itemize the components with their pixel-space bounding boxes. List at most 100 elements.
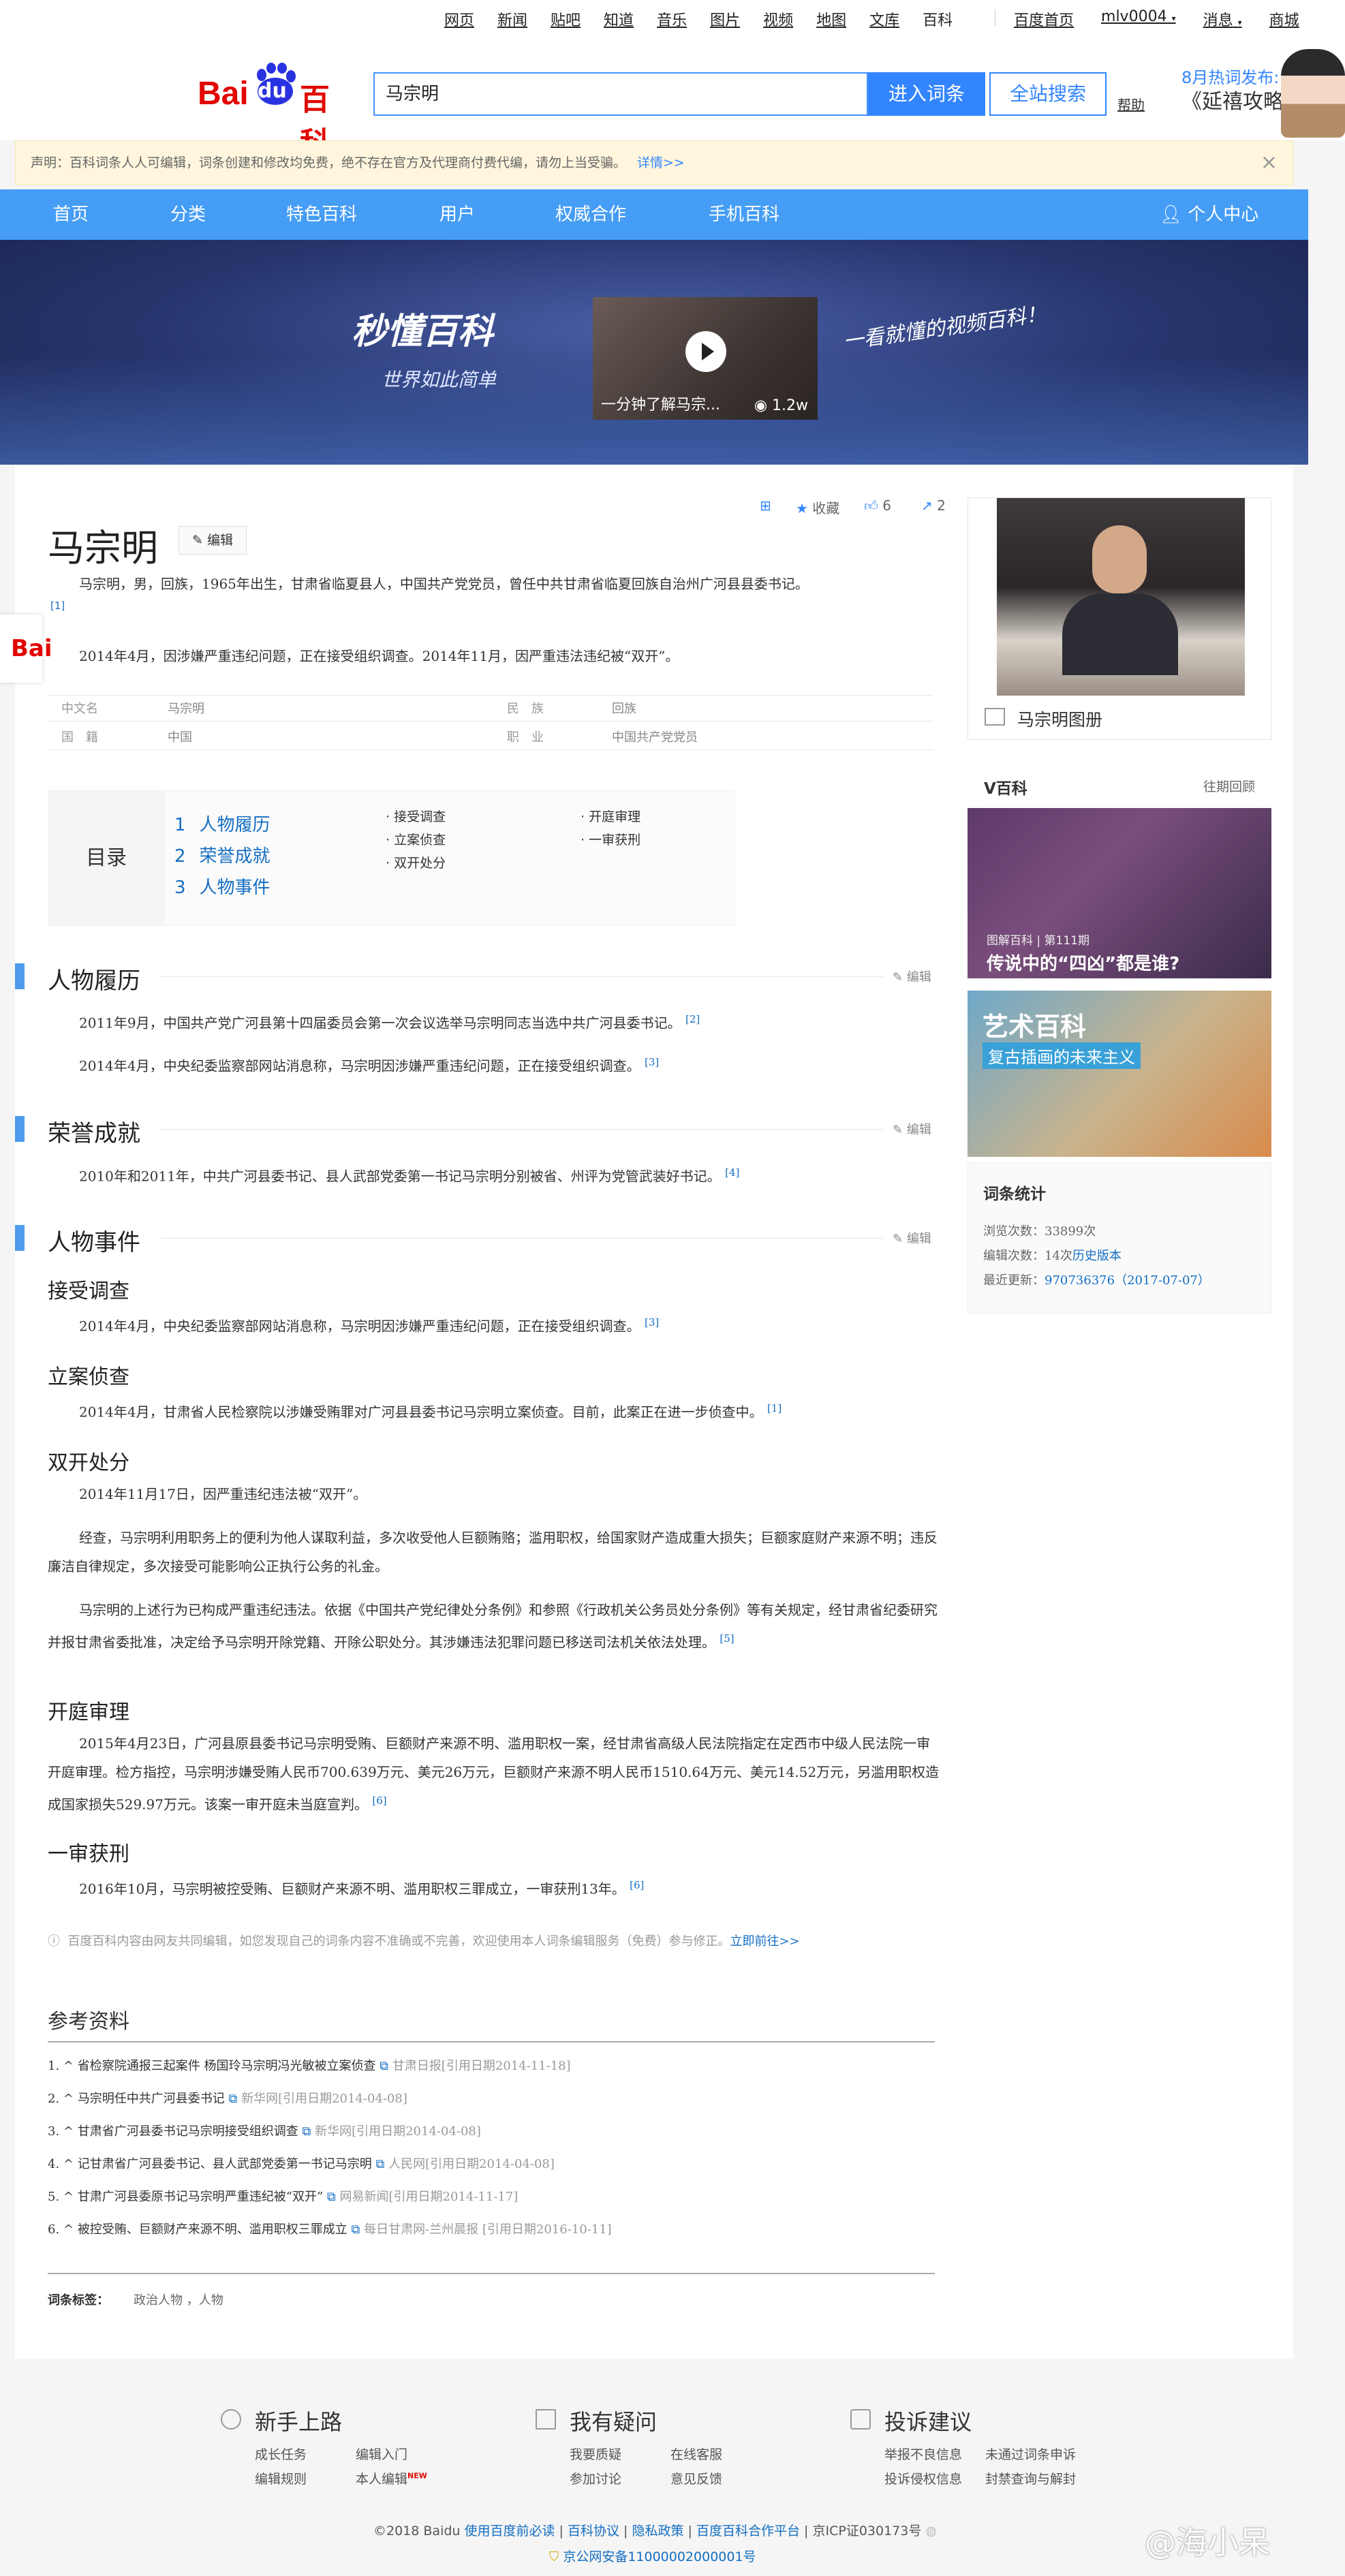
- footer-link[interactable]: 我要质疑: [570, 2445, 621, 2463]
- citation-link[interactable]: [1]: [767, 1402, 782, 1414]
- site-search-button[interactable]: 全站搜索: [989, 72, 1107, 116]
- catalog-subitem[interactable]: · 开庭审理: [581, 807, 640, 825]
- citation-link[interactable]: [6]: [630, 1879, 644, 1891]
- beian-link[interactable]: ⛉ 京公网安备11000002000001号: [549, 2547, 756, 2565]
- stats-updated-value[interactable]: 970736376（2017-07-07）: [1045, 1273, 1210, 1288]
- top-link-video[interactable]: 视频: [763, 8, 793, 30]
- footer-link[interactable]: 成长任务: [255, 2445, 307, 2463]
- reference-title[interactable]: 甘肃广河县委原书记马宗明严重违纪被“双开”: [78, 2190, 323, 2204]
- top-link-tieba[interactable]: 贴吧: [551, 8, 581, 30]
- catalog-subitem[interactable]: · 接受调查: [386, 807, 446, 825]
- baidu-home-link[interactable]: 百度首页: [1014, 8, 1074, 30]
- portrait-photo[interactable]: [997, 498, 1245, 696]
- citation-link[interactable]: [2]: [685, 1013, 700, 1025]
- v-baike-card[interactable]: 图解百科 | 第111期 传说中的“四凶”都是谁?: [968, 808, 1271, 978]
- external-link-icon[interactable]: ⧉: [351, 2222, 360, 2237]
- baidu-baike-logo[interactable]: Bai du 百科: [198, 63, 354, 161]
- help-link[interactable]: 帮助: [1117, 94, 1145, 114]
- footer-link[interactable]: 在线客服: [670, 2445, 722, 2463]
- citation-link[interactable]: [5]: [720, 1632, 734, 1645]
- like-button[interactable]: 👍︎ 6: [864, 497, 891, 514]
- section-edit-button[interactable]: ✎ 编辑: [893, 1120, 931, 1138]
- footer-legal-link[interactable]: 使用百度前必读: [465, 2524, 555, 2539]
- reference-title[interactable]: 被控受贿、巨额财产来源不明、滥用职权三罪成立: [78, 2222, 347, 2237]
- reference-title[interactable]: 甘肃省广河县委书记马宗明接受组织调查: [78, 2124, 298, 2139]
- section-edit-button[interactable]: ✎ 编辑: [893, 967, 931, 985]
- mall-link[interactable]: 商城: [1269, 8, 1299, 30]
- nav-item-personal-center[interactable]: 👤︎ 个人中心: [1160, 189, 1258, 240]
- nav-item-users[interactable]: 用户: [439, 189, 475, 240]
- top-link-music[interactable]: 音乐: [657, 8, 687, 30]
- citation-link[interactable]: [3]: [645, 1056, 659, 1068]
- external-link-icon[interactable]: ⧉: [228, 2092, 237, 2106]
- footer-link[interactable]: 编辑规则: [255, 2469, 307, 2487]
- tags-list[interactable]: 政治人物 ，人物: [134, 2291, 223, 2308]
- catalog-item[interactable]: 2 荣誉成就: [174, 842, 270, 867]
- nav-item-authority[interactable]: 权威合作: [555, 189, 626, 240]
- footer-link[interactable]: 举报不良信息: [884, 2445, 962, 2463]
- footer-link[interactable]: 封禁查询与解封: [985, 2469, 1076, 2487]
- reference-caret-icon[interactable]: ^: [63, 2222, 74, 2237]
- top-link-map[interactable]: 地图: [816, 8, 846, 30]
- catalog-subitem[interactable]: · 一审获刑: [581, 830, 640, 848]
- search-input[interactable]: 马宗明: [373, 72, 868, 116]
- enter-entry-button[interactable]: 进入词条: [868, 72, 985, 116]
- top-link-news[interactable]: 新闻: [497, 8, 527, 30]
- hot-words-portrait[interactable]: [1281, 49, 1345, 138]
- collect-button[interactable]: ★ 收藏: [796, 497, 839, 517]
- external-link-icon[interactable]: ⧉: [327, 2190, 336, 2204]
- footer-link[interactable]: 未通过词条申诉: [985, 2445, 1076, 2463]
- citation-link[interactable]: [3]: [645, 1316, 659, 1329]
- catalog-subitem[interactable]: · 双开处分: [386, 853, 446, 871]
- art-baike-card[interactable]: 艺术百科 复古插画的未来主义: [968, 991, 1271, 1157]
- reference-caret-icon[interactable]: ^: [63, 2190, 74, 2204]
- history-link[interactable]: 历史版本: [1072, 1249, 1122, 1263]
- play-icon[interactable]: [685, 331, 726, 372]
- nav-item-featured[interactable]: 特色百科: [286, 189, 357, 240]
- footer-link[interactable]: 意见反馈: [670, 2469, 722, 2487]
- catalog-item[interactable]: 3 人物事件: [174, 873, 270, 899]
- photo-album[interactable]: 马宗明图册: [968, 497, 1271, 740]
- external-link-icon[interactable]: ⧉: [302, 2124, 311, 2139]
- close-icon[interactable]: ×: [1261, 141, 1278, 185]
- reference-caret-icon[interactable]: ^: [63, 2092, 74, 2106]
- footer-link[interactable]: 本人编辑NEW: [356, 2469, 427, 2487]
- edit-button[interactable]: ✎ 编辑: [179, 526, 247, 555]
- citation-link[interactable]: [4]: [725, 1166, 739, 1179]
- external-link-icon[interactable]: ⧉: [375, 2157, 384, 2171]
- citation-link[interactable]: [6]: [372, 1795, 386, 1807]
- footer-link[interactable]: 参加讨论: [570, 2469, 621, 2487]
- section-edit-button[interactable]: ✎ 编辑: [893, 1229, 931, 1247]
- footer-legal-link[interactable]: 百度百科合作平台: [696, 2524, 800, 2539]
- nav-item-mobile[interactable]: 手机百科: [709, 189, 779, 240]
- footer-link[interactable]: 投诉侵权信息: [884, 2469, 962, 2487]
- v-baike-archive-link[interactable]: 往期回顾: [1203, 777, 1255, 795]
- citation-link[interactable]: [1]: [50, 600, 65, 612]
- catalog-item[interactable]: 1 人物履历: [174, 811, 270, 836]
- external-link-icon[interactable]: ⧉: [380, 2059, 388, 2073]
- top-link-images[interactable]: 图片: [710, 8, 740, 30]
- edit-notice-link[interactable]: 立即前往>>: [730, 1934, 799, 1949]
- reference-caret-icon[interactable]: ^: [63, 2157, 74, 2171]
- catalog-subitem[interactable]: · 立案侦查: [386, 830, 446, 848]
- nav-item-category[interactable]: 分类: [170, 189, 206, 240]
- reference-caret-icon[interactable]: ^: [63, 2124, 74, 2139]
- top-link-web[interactable]: 网页: [444, 8, 474, 30]
- nav-item-home[interactable]: 首页: [53, 189, 89, 240]
- reference-title[interactable]: 马宗明任中共广河县委书记: [78, 2092, 225, 2106]
- footer-link[interactable]: 编辑入门: [356, 2445, 407, 2463]
- footer-legal-link[interactable]: 隐私政策: [632, 2524, 684, 2539]
- reference-caret-icon[interactable]: ^: [63, 2059, 74, 2073]
- notice-details-link[interactable]: 详情>>: [637, 155, 685, 170]
- user-menu[interactable]: mlv0004 ▾: [1101, 8, 1176, 30]
- floating-baidu-tab[interactable]: Bai: [0, 615, 52, 683]
- video-thumbnail[interactable]: 一分钟了解马宗... ◉ 1.2w: [593, 297, 818, 420]
- reference-title[interactable]: 记甘肃省广河县委书记、县人武部党委第一书记马宗明: [78, 2157, 372, 2171]
- top-link-zhidao[interactable]: 知道: [604, 8, 634, 30]
- footer-legal-link[interactable]: 百科协议: [568, 2524, 619, 2539]
- reference-title[interactable]: 省检察院通报三起案件 杨国玲马宗明冯光敏被立案侦查: [78, 2059, 376, 2073]
- top-link-wenku[interactable]: 文库: [869, 8, 899, 30]
- add-icon[interactable]: ⊞: [760, 497, 771, 514]
- album-caption[interactable]: 马宗明图册: [1017, 707, 1102, 731]
- messages-menu[interactable]: 消息 ▾: [1203, 8, 1242, 30]
